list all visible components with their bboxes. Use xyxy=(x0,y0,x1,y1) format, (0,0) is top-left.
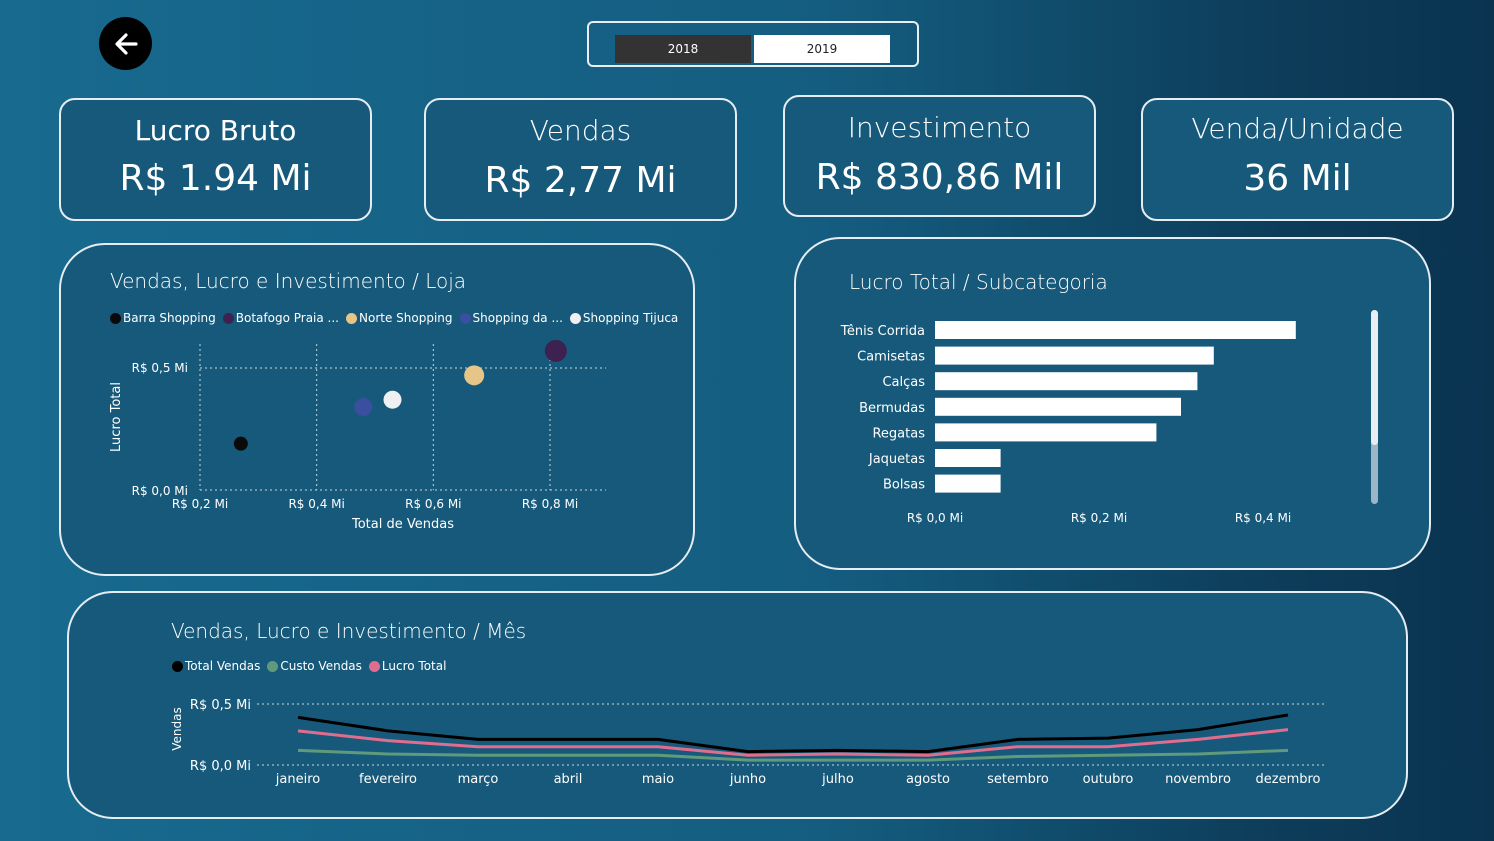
x-axis-title: Total de Vendas xyxy=(351,517,454,532)
scatter-chart: R$ 0,2 Mi R$ 0,4 Mi R$ 0,6 Mi R$ 0,8 Mi R$ 0… xyxy=(109,339,606,532)
bar-category-label: Jaquetas xyxy=(868,452,925,467)
x-tick-label: março xyxy=(458,772,499,787)
year-option-2018[interactable]: 2018 xyxy=(615,35,751,63)
x-tick-label: R$ 0,4 Mi xyxy=(1235,511,1291,525)
bar xyxy=(935,449,1001,467)
y-tick-label: R$ 0,0 Mi xyxy=(190,759,251,774)
x-tick-label: R$ 0,2 Mi xyxy=(172,497,228,511)
kpi-value: R$ 2,77 Mi xyxy=(484,160,677,201)
arrow-left-icon xyxy=(114,32,138,55)
scatter-point xyxy=(464,365,485,386)
kpi-card-lucro-bruto: Lucro Bruto R$ 1.94 Mi xyxy=(59,98,372,221)
back-button[interactable] xyxy=(99,17,152,70)
x-tick-label: R$ 0,4 Mi xyxy=(288,497,344,511)
x-tick-label: setembro xyxy=(987,772,1049,787)
year-option-2019[interactable]: 2019 xyxy=(754,35,890,63)
scatter-panel: Vendas, Lucro e Investimento / Loja Barr… xyxy=(59,243,695,576)
bar-category-label: Regatas xyxy=(872,426,925,441)
x-tick-label: agosto xyxy=(906,772,950,787)
bar xyxy=(935,321,1296,339)
bar-category-label: Camisetas xyxy=(857,350,925,365)
x-tick-label: novembro xyxy=(1165,772,1231,787)
kpi-card-vendas: Vendas R$ 2,77 Mi xyxy=(424,98,737,221)
year-slicer: 2018 2019 xyxy=(587,21,919,67)
bar-category-label: Calças xyxy=(882,375,925,390)
bar xyxy=(935,346,1214,365)
x-tick-label: junho xyxy=(729,772,766,787)
bar xyxy=(935,372,1198,391)
x-tick-label: maio xyxy=(642,772,674,787)
x-tick-label: julho xyxy=(821,772,854,787)
bar-category-label: Bermudas xyxy=(859,401,925,416)
y-tick-label: R$ 0,5 Mi xyxy=(190,698,251,713)
scatter-point xyxy=(383,390,402,409)
kpi-value: 36 Mil xyxy=(1243,158,1352,199)
x-tick-label: janeiro xyxy=(275,772,320,787)
kpi-card-venda-unidade: Venda/Unidade 36 Mil xyxy=(1141,98,1454,221)
bar-category-label: Tênis Corrida xyxy=(840,324,925,339)
line-chart: R$ 0,5 Mi R$ 0,0 Mi Vendas janeiro fevereiro… xyxy=(170,698,1324,787)
kpi-label: Venda/Unidade xyxy=(1191,112,1404,145)
x-tick-label: R$ 0,0 Mi xyxy=(907,511,963,525)
x-tick-label: dezembro xyxy=(1256,772,1321,787)
kpi-value: R$ 1.94 Mi xyxy=(119,158,312,199)
x-tick-label: outubro xyxy=(1083,772,1134,787)
y-axis-title: Vendas xyxy=(170,707,184,751)
x-tick-label: R$ 0,8 Mi xyxy=(522,497,578,511)
y-tick-label: R$ 0,0 Mi xyxy=(132,484,188,498)
bar-category-label: Bolsas xyxy=(883,478,925,493)
bar-panel: Lucro Total / Subcategoria Tênis Corrida… xyxy=(794,237,1431,570)
x-tick-label: fevereiro xyxy=(359,772,417,787)
bar xyxy=(935,423,1157,442)
x-tick-label: abril xyxy=(554,772,583,787)
series-line xyxy=(297,713,1289,754)
kpi-card-investimento: Investimento R$ 830,86 Mil xyxy=(783,95,1096,217)
line-panel: Vendas, Lucro e Investimento / Mês Total… xyxy=(67,591,1408,819)
y-axis-title: Lucro Total xyxy=(109,382,124,452)
scatter-point xyxy=(233,436,248,451)
y-tick-label: R$ 0,5 Mi xyxy=(132,361,188,375)
bar-chart: Tênis Corrida Camisetas Calças Bermudas Rega… xyxy=(840,321,1296,525)
scrollbar-thumb[interactable] xyxy=(1371,310,1378,445)
scrollbar[interactable] xyxy=(1371,310,1378,504)
kpi-label: Investimento xyxy=(847,111,1032,144)
kpi-label: Vendas xyxy=(529,114,632,147)
kpi-value: R$ 830,86 Mil xyxy=(815,157,1064,198)
x-tick-label: R$ 0,2 Mi xyxy=(1071,511,1127,525)
scatter-point xyxy=(354,398,373,417)
bar xyxy=(935,397,1181,416)
kpi-label: Lucro Bruto xyxy=(134,114,297,147)
scatter-point xyxy=(544,339,567,362)
x-tick-label: R$ 0,6 Mi xyxy=(405,497,461,511)
bar xyxy=(935,474,1001,493)
